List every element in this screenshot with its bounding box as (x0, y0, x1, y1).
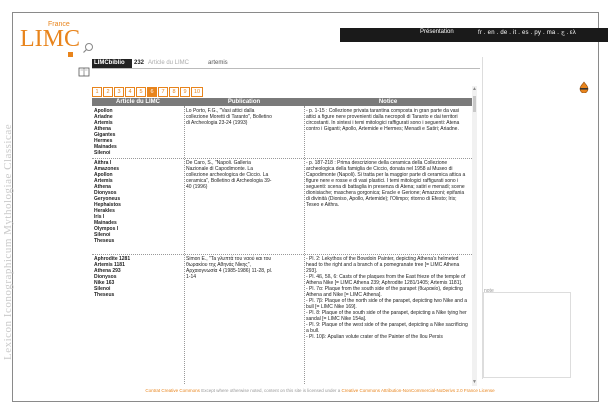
license-link[interactable]: Creative Commons Attribution-NonCommerci… (342, 388, 495, 393)
limcbiblio-tab[interactable]: LIMCbiblio (92, 59, 132, 68)
page-link[interactable]: 3 (114, 87, 124, 97)
logo-subtitle: France (48, 21, 70, 28)
limc-logo[interactable]: LIMC (20, 26, 80, 53)
page-link[interactable]: 10 (191, 87, 203, 97)
page-link[interactable]: 1 (92, 87, 102, 97)
page-link[interactable]: 7 (158, 87, 168, 97)
column-header-notice: Notice (378, 99, 398, 105)
article-list[interactable]: Aithra I Amazones Apollon Artemis Athena… (94, 160, 180, 244)
note-field[interactable] (483, 292, 571, 378)
result-count: 232 (134, 60, 145, 66)
column-header-publication: Publication (227, 99, 261, 105)
article-list[interactable]: Aphrodite 1281 Artemis 1181 Athena 293 D… (94, 256, 180, 298)
page-link-active[interactable]: 6 (147, 87, 157, 97)
publication-cell: Simon E., "Ta γλυπτά του ναού και του θω… (186, 256, 273, 280)
license-text: Except where otherwise noted, content on… (199, 388, 342, 393)
header-divider (92, 68, 480, 69)
search-icon[interactable] (82, 42, 94, 54)
table-scrollbar[interactable] (472, 86, 477, 386)
notice-cell: - p. 187-218 : Prima descrizione della c… (306, 160, 466, 208)
article-list[interactable]: Apollon Ariadne Artemis Athena Gigantes … (94, 108, 180, 156)
notice-cell: - Pl. 2: Lekythos of the Bowdoin Painter… (306, 256, 468, 340)
presentation-link[interactable]: Présentation (420, 29, 454, 35)
column-header-article: Article du LIMC (115, 99, 160, 105)
scrollbar-thumb[interactable] (473, 96, 476, 112)
vertical-site-title: Lexicon Iconographicum Mythologiae Class… (2, 123, 14, 360)
page-link[interactable]: 5 (136, 87, 146, 97)
table-row: Aithra I Amazones Apollon Artemis Athena… (92, 160, 472, 255)
page-link[interactable]: 9 (180, 87, 190, 97)
logo-dot (68, 52, 73, 57)
page-link[interactable]: 8 (169, 87, 179, 97)
creative-commons-link[interactable]: Contrat Creative Commons (145, 388, 200, 393)
language-switcher[interactable]: fr . en . de . it . es . pу . ma . ج . ε… (478, 29, 576, 36)
publication-cell: Lo Porto, F.G., "Vasi attici dalla colle… (186, 108, 272, 126)
notice-cell: - p. 1-15 : Collezione privata tarantina… (306, 108, 460, 132)
table-row: Apollon Ariadne Artemis Athena Gigantes … (92, 108, 472, 159)
table-header: Article du LIMC Publication Notice (92, 98, 472, 106)
license-footer: Contrat Creative Commons Except where ot… (60, 388, 580, 393)
search-term: artemis (208, 60, 228, 66)
scroll-down-arrow-icon[interactable]: ▼ (472, 379, 477, 385)
results-table: Article du LIMC Publication Notice Apoll… (92, 98, 472, 384)
drop-icon[interactable] (578, 81, 590, 93)
breadcrumb-label: Article du LIMC (148, 60, 190, 66)
table-row: Aphrodite 1281 Artemis 1181 Athena 293 D… (92, 256, 472, 384)
page-link[interactable]: 4 (125, 87, 135, 97)
book-icon[interactable] (78, 67, 90, 77)
scroll-up-arrow-icon[interactable]: ▲ (472, 86, 477, 92)
publication-cell: De Caro, S., "Napoli. Galleria Nazionale… (186, 160, 272, 190)
page-link[interactable]: 2 (103, 87, 113, 97)
